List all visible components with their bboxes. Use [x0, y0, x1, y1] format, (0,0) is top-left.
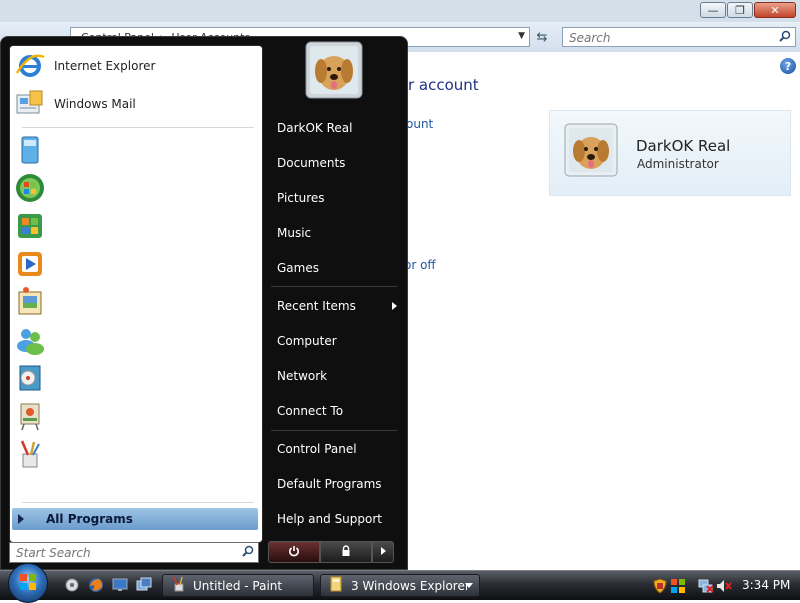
lock-button[interactable] [320, 541, 372, 563]
power-controls [268, 541, 394, 563]
avatar [564, 123, 618, 177]
taskbar: Untitled - Paint 3 Windows Explorer 3:34… [0, 563, 800, 603]
pinned-internet-explorer[interactable]: Internet Explorer [14, 49, 254, 83]
windows-dvd-maker-icon[interactable] [14, 362, 46, 394]
lock-icon [340, 544, 352, 560]
start-item-user[interactable]: DarkOK Real [277, 118, 397, 138]
expand-arrow-icon [18, 514, 24, 524]
refresh-icon[interactable]: ⇆ [532, 27, 552, 47]
task-button-paint[interactable]: Untitled - Paint [162, 574, 314, 597]
pinned-item-label: Windows Mail [54, 97, 136, 111]
internet-explorer-icon [14, 49, 46, 84]
windows-flag-icon[interactable] [670, 578, 686, 594]
task-link[interactable]: or off [404, 258, 436, 272]
paint-icon[interactable] [14, 438, 46, 470]
user-name[interactable]: DarkOK Real [636, 137, 730, 155]
task-label: Untitled - Paint [193, 578, 283, 593]
submenu-arrow-icon [392, 302, 397, 310]
search-icon[interactable] [779, 30, 791, 45]
address-dropdown-icon[interactable]: ▼ [518, 31, 525, 41]
chevron-down-icon [465, 583, 473, 588]
places-separator [271, 286, 397, 287]
windows-photo-gallery-icon[interactable] [14, 286, 46, 318]
start-search-input[interactable] [14, 544, 228, 562]
start-search-box[interactable] [9, 542, 259, 563]
page-heading: r account [408, 76, 479, 94]
all-programs-label: All Programs [46, 512, 133, 526]
start-item-music[interactable]: Music [277, 223, 397, 243]
explorer-titlebar: — ❐ ✕ [0, 0, 800, 22]
windows-sidebar-icon[interactable] [14, 134, 46, 166]
welcome-center-icon[interactable] [14, 172, 46, 204]
all-programs-button[interactable]: All Programs [12, 508, 258, 530]
task-link[interactable]: ount [406, 117, 433, 131]
start-menu-places-pane: DarkOK Real Documents Pictures Music Gam… [261, 37, 407, 547]
clock[interactable]: 3:34 PM [742, 578, 790, 592]
start-item-computer[interactable]: Computer [277, 331, 397, 351]
firefox-icon[interactable] [88, 577, 104, 593]
windows-fax-and-scan-icon[interactable] [14, 400, 46, 432]
show-desktop-icon[interactable] [64, 577, 80, 593]
close-button[interactable]: ✕ [754, 2, 796, 18]
security-shield-icon[interactable] [652, 578, 668, 594]
user-account-card: DarkOK Real Administrator [549, 110, 791, 196]
start-item-control-panel[interactable]: Control Panel [277, 439, 397, 459]
user-picture[interactable] [305, 41, 363, 99]
pinned-separator [22, 127, 254, 128]
all-programs-separator [22, 502, 254, 503]
start-item-pictures[interactable]: Pictures [277, 188, 397, 208]
windows-mail-icon [14, 87, 46, 122]
switch-windows-icon[interactable] [136, 577, 152, 593]
user-role: Administrator [637, 157, 719, 171]
pinned-item-label: Internet Explorer [54, 59, 156, 73]
help-icon[interactable]: ? [780, 58, 796, 74]
windows-media-player-icon[interactable] [14, 248, 46, 280]
settings-separator [271, 430, 397, 431]
windows-media-center-icon[interactable] [14, 210, 46, 242]
notification-area: 3:34 PM [644, 573, 800, 599]
task-label: 3 Windows Explorer [351, 578, 470, 593]
start-button[interactable] [8, 563, 48, 603]
pinned-windows-mail[interactable]: Windows Mail [14, 87, 254, 121]
start-item-documents[interactable]: Documents [277, 153, 397, 173]
start-item-recent-items[interactable]: Recent Items [277, 296, 397, 316]
maximize-button[interactable]: ❐ [727, 2, 753, 18]
power-button[interactable] [268, 541, 320, 563]
window-controls: — ❐ ✕ [700, 2, 796, 18]
start-item-games[interactable]: Games [277, 258, 397, 278]
start-item-connect-to[interactable]: Connect To [277, 401, 397, 421]
recent-items-label: Recent Items [277, 299, 356, 313]
monitor-icon[interactable] [112, 577, 128, 593]
power-icon [288, 545, 300, 560]
task-button-windows-explorer[interactable]: 3 Windows Explorer [320, 574, 480, 597]
volume-muted-icon[interactable] [716, 578, 732, 594]
chevron-right-icon [379, 545, 387, 559]
start-item-help-and-support[interactable]: Help and Support [277, 509, 397, 529]
start-item-default-programs[interactable]: Default Programs [277, 474, 397, 494]
search-icon[interactable] [242, 545, 254, 560]
start-menu: Internet Explorer Windows Mail All Progr… [0, 36, 408, 570]
start-item-network[interactable]: Network [277, 366, 397, 386]
windows-meeting-space-icon[interactable] [14, 324, 46, 356]
folder-icon [329, 576, 345, 595]
paint-icon [171, 576, 187, 595]
shutdown-options-button[interactable] [372, 541, 394, 563]
explorer-search-input[interactable] [567, 29, 771, 47]
explorer-search-box[interactable] [562, 27, 796, 47]
minimize-button[interactable]: — [700, 2, 726, 18]
start-menu-programs-pane: Internet Explorer Windows Mail All Progr… [9, 45, 263, 543]
network-disconnected-icon[interactable] [698, 578, 714, 594]
windows-logo-icon [19, 573, 37, 594]
